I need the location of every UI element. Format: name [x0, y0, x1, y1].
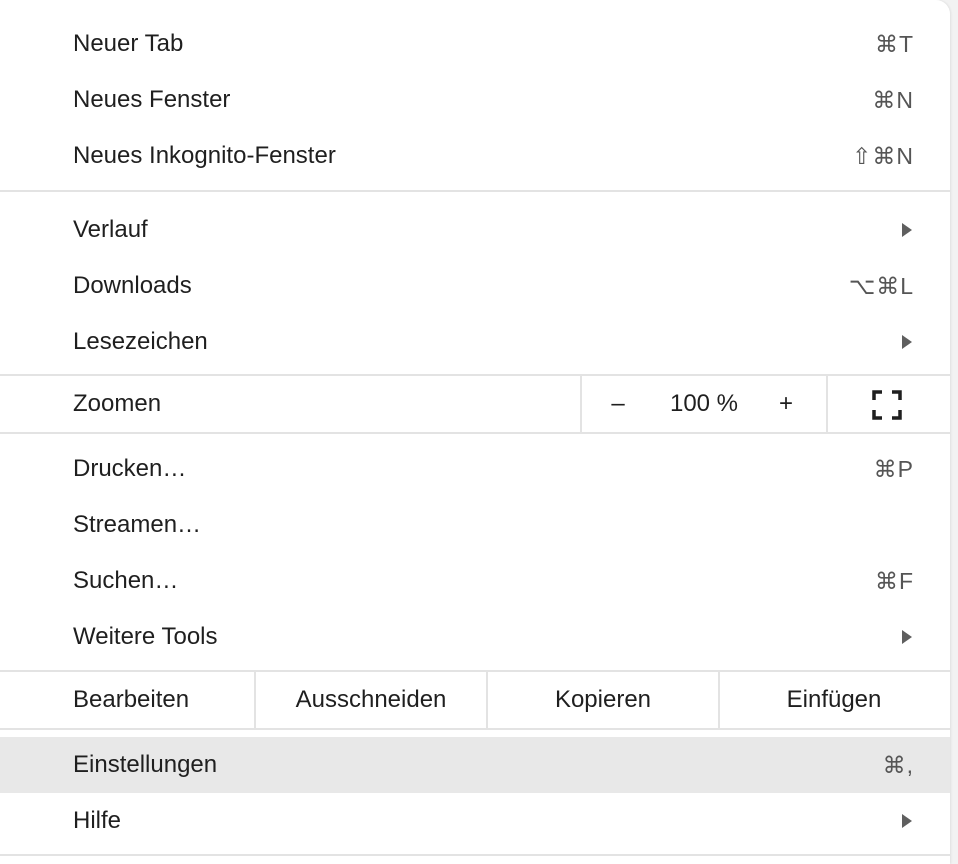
menu-item-downloads[interactable]: Downloads ⌥⌘L: [0, 258, 950, 314]
menu-item-label: Neuer Tab: [73, 30, 184, 57]
menu-divider: [0, 728, 950, 730]
zoom-out-button[interactable]: –: [598, 376, 638, 432]
edit-row: Bearbeiten Ausschneiden Kopieren Einfüge…: [0, 672, 950, 728]
menu-item-label: Lesezeichen: [73, 328, 208, 355]
menu-item-more-tools[interactable]: Weitere Tools: [0, 609, 950, 665]
menu-item-cast[interactable]: Streamen…: [0, 497, 950, 553]
submenu-arrow-icon: [902, 223, 912, 237]
zoom-label: Zoomen: [73, 390, 162, 417]
zoom-row: Zoomen – 100 % +: [0, 376, 950, 432]
submenu-arrow-icon: [902, 335, 912, 349]
menu-item-label: Downloads: [73, 272, 192, 299]
browser-main-menu: Neuer Tab ⌘T Neues Fenster ⌘N Neues Inko…: [0, 0, 950, 864]
submenu-arrow-icon: [902, 814, 912, 828]
menu-item-history[interactable]: Verlauf: [0, 202, 950, 258]
menu-item-label: Neues Inkognito-Fenster: [73, 142, 336, 169]
menu-item-shortcut: ⌘P: [873, 455, 914, 482]
menu-item-new-incognito-window[interactable]: Neues Inkognito-Fenster ⇧⌘N: [0, 128, 950, 184]
menu-item-shortcut: ⌘,: [882, 751, 914, 778]
menu-item-new-tab[interactable]: Neuer Tab ⌘T: [0, 16, 950, 72]
zoom-separator: [580, 376, 582, 432]
menu-item-find[interactable]: Suchen… ⌘F: [0, 553, 950, 609]
menu-item-label: Hilfe: [73, 807, 122, 834]
menu-item-shortcut: ⌘T: [874, 30, 914, 57]
menu-item-label: Einstellungen: [73, 751, 218, 778]
menu-item-shortcut: ⌘N: [872, 86, 914, 113]
zoom-level-value: 100 %: [669, 390, 739, 417]
menu-item-settings[interactable]: Einstellungen ⌘,: [0, 737, 950, 793]
menu-item-label: Drucken…: [73, 455, 187, 482]
menu-item-label: Verlauf: [73, 216, 148, 243]
fullscreen-icon[interactable]: [872, 390, 902, 420]
copy-button[interactable]: Kopieren: [488, 672, 718, 728]
menu-item-print[interactable]: Drucken… ⌘P: [0, 441, 950, 497]
menu-item-shortcut: ⌘F: [874, 567, 914, 594]
menu-divider: [0, 190, 950, 192]
zoom-separator: [826, 376, 828, 432]
paste-button[interactable]: Einfügen: [720, 672, 948, 728]
menu-item-label: Suchen…: [73, 567, 179, 594]
menu-item-shortcut: ⌥⌘L: [848, 272, 914, 299]
menu-divider: [0, 432, 950, 434]
cut-button[interactable]: Ausschneiden: [256, 672, 486, 728]
menu-item-label: Weitere Tools: [73, 623, 218, 650]
menu-item-label: Neues Fenster: [73, 86, 231, 113]
menu-item-label: Streamen…: [73, 511, 202, 538]
menu-item-shortcut: ⇧⌘N: [852, 142, 914, 169]
edit-label: Bearbeiten: [73, 686, 190, 713]
menu-item-bookmarks[interactable]: Lesezeichen: [0, 314, 950, 370]
menu-item-help[interactable]: Hilfe: [0, 793, 950, 849]
menu-divider: [0, 854, 950, 856]
zoom-in-button[interactable]: +: [766, 376, 806, 432]
menu-item-new-window[interactable]: Neues Fenster ⌘N: [0, 72, 950, 128]
submenu-arrow-icon: [902, 630, 912, 644]
